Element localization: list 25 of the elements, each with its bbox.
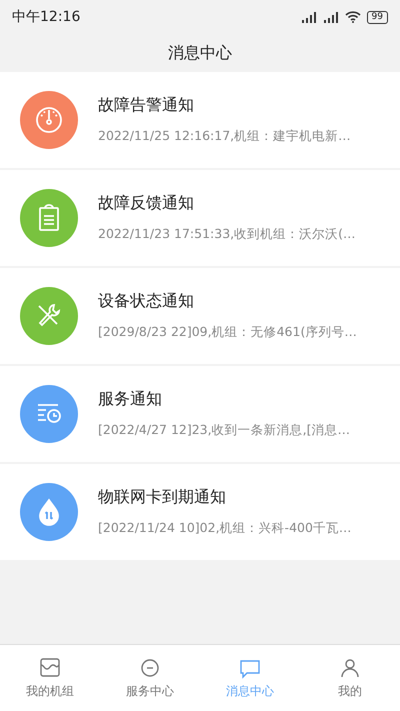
message-item[interactable]: 设备状态通知 [2029/8/23 22]09,机组：无修461(序列号…: [0, 268, 400, 364]
tab[interactable]: 我的: [300, 645, 400, 711]
box-icon: [38, 656, 62, 678]
message-item[interactable]: 服务通知 [2022/4/27 12]23,收到一条新消息,[消息…: [0, 366, 400, 462]
page-title: 消息中心: [168, 42, 232, 64]
message-item[interactable]: 故障反馈通知 2022/11/23 17:51:33,收到机组：沃尔沃(…: [0, 170, 400, 266]
signal-icon: [322, 12, 339, 22]
signal-icon: [300, 12, 317, 22]
message-title: 故障反馈通知: [98, 193, 195, 214]
message-title: 服务通知: [98, 389, 163, 410]
message-preview: [2022/4/27 12]23,收到一条新消息,[消息…: [98, 422, 350, 439]
message-item[interactable]: 物联网卡到期通知 [2022/11/24 10]02,机组：兴科-400千瓦…: [0, 464, 400, 560]
message-item[interactable]: 故障告警通知 2022/11/25 12:16:17,机组：建宇机电新…: [0, 72, 400, 168]
message-preview: 2022/11/23 17:51:33,收到机组：沃尔沃(…: [98, 226, 356, 243]
wifi-icon: [344, 11, 361, 23]
message-title: 物联网卡到期通知: [98, 487, 227, 508]
message-preview: [2022/11/24 10]02,机组：兴科-400千瓦…: [98, 520, 352, 537]
message-preview: 2022/11/25 12:16:17,机组：建宇机电新…: [98, 128, 351, 145]
tab[interactable]: 服务中心: [100, 645, 200, 711]
battery-indicator: 99: [366, 10, 388, 24]
status-time: 中午12:16: [12, 8, 80, 26]
message-title: 设备状态通知: [98, 291, 195, 312]
message-title: 故障告警通知: [98, 95, 195, 116]
tab[interactable]: 我的机组: [0, 645, 100, 711]
message-preview: [2029/8/23 22]09,机组：无修461(序列号…: [98, 324, 357, 341]
